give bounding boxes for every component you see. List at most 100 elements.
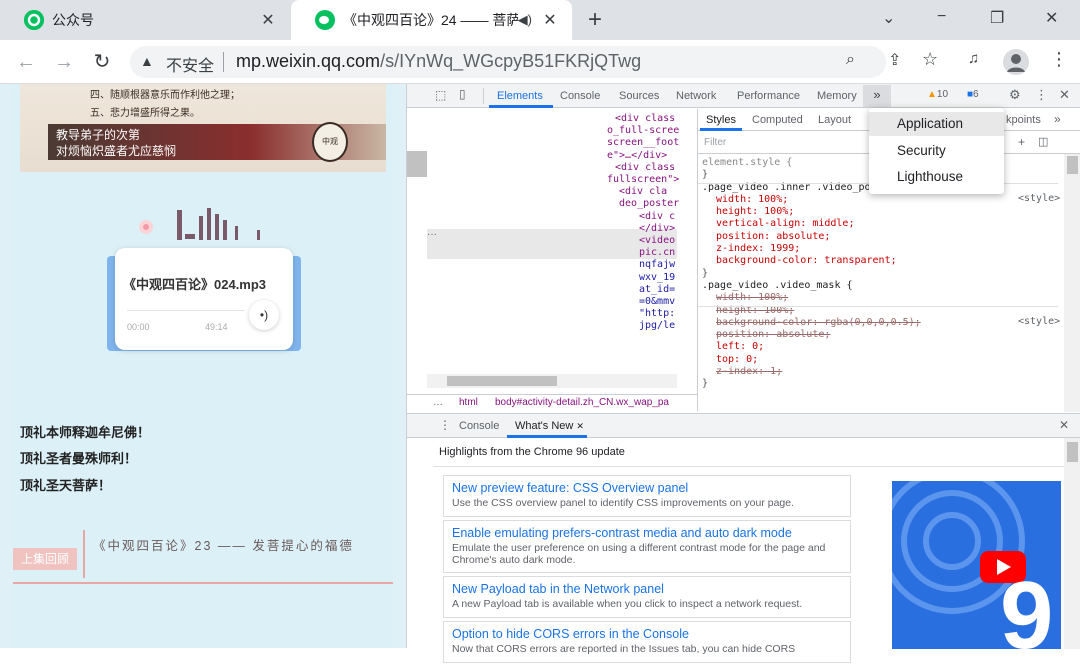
dom-line[interactable]: at_id= <box>607 284 697 296</box>
dom-line[interactable]: wxv_19 <box>607 272 697 284</box>
settings-gear-icon[interactable]: ⚙ <box>1009 87 1021 103</box>
tab-elements[interactable]: Elements <box>497 90 543 102</box>
url-text[interactable]: mp.weixin.qq.com/s/IYnWq_WGcpyB51FKRjQTw… <box>236 51 641 72</box>
forward-button[interactable]: → <box>50 48 78 76</box>
dom-line[interactable]: fullscreen"> <box>607 174 697 186</box>
style-property[interactable]: width: 100%; <box>702 292 1058 304</box>
tab-close-icon[interactable]: ✕ <box>256 10 280 30</box>
style-property[interactable]: position: absolute; <box>702 231 1058 243</box>
dom-line[interactable]: o_full-scree <box>607 125 697 137</box>
dom-hscroll[interactable] <box>427 374 677 388</box>
news-card[interactable]: Enable emulating prefers-contrast media … <box>443 520 851 573</box>
style-property[interactable]: z-index: 1; <box>702 366 1058 378</box>
style-property[interactable]: background-color: rgba(0,0,0,0.5); <box>702 317 1058 329</box>
audio-play-button[interactable]: •) <box>249 300 279 330</box>
dom-line[interactable]: <div class <box>607 113 697 125</box>
device-toolbar-icon[interactable]: ▯ <box>459 87 466 101</box>
dom-line[interactable]: jpg/le <box>607 320 697 332</box>
menu-item-security[interactable]: Security <box>869 139 1004 163</box>
audio-player[interactable]: 《中观四百论》024.mp3 00:00 49:14 •) <box>115 248 293 350</box>
dom-line[interactable]: <video <box>607 235 697 247</box>
back-button[interactable]: ← <box>12 48 40 76</box>
menu-dots-icon[interactable]: ⋮ <box>1050 49 1068 70</box>
media-control-icon[interactable]: ♫ <box>968 50 979 67</box>
tab-layout[interactable]: Layout <box>818 114 851 126</box>
share-icon[interactable]: ⇪ <box>888 50 901 70</box>
warning-badge[interactable]: ▲10 <box>927 89 948 100</box>
news-card[interactable]: New Payload tab in the Network panel A ne… <box>443 576 851 618</box>
message-badge[interactable]: ■6 <box>967 89 979 100</box>
audio-playing-icon[interactable]: ◀) <box>518 12 532 28</box>
tab-computed[interactable]: Computed <box>752 114 803 126</box>
minimize-button[interactable]: − <box>937 8 946 26</box>
tab-gongzhonghao[interactable]: 公众号 ✕ <box>0 0 290 40</box>
more-tabs-button[interactable]: » <box>863 85 891 107</box>
styles-scrollbar[interactable] <box>1064 154 1080 412</box>
tab-article[interactable]: 《中观四百论》24 —— 菩萨和 ◀) ✕ <box>291 0 572 40</box>
dom-line[interactable]: screen__foot <box>607 137 697 149</box>
dom-tree-pane[interactable]: ··· <div class o_full-scree screen__foot e"… <box>407 109 697 394</box>
style-property[interactable]: top: 0; <box>702 354 1058 366</box>
news-title-link[interactable]: New Payload tab in the Network panel <box>452 582 842 596</box>
zoom-icon[interactable]: ⌕ <box>846 51 855 69</box>
style-property[interactable]: position: absolute; <box>702 329 1058 341</box>
style-source[interactable]: <style> <box>1018 193 1060 204</box>
breadcrumb-html[interactable]: html <box>459 397 478 408</box>
tab-sources[interactable]: Sources <box>619 90 659 102</box>
tab-search-icon[interactable]: ⌄ <box>882 8 895 28</box>
style-property[interactable]: left: 0; <box>702 341 1058 353</box>
tab-console[interactable]: Console <box>560 90 600 102</box>
dom-line[interactable]: nqfajw <box>607 259 697 271</box>
style-property[interactable]: height: 100%; <box>702 206 1058 218</box>
devtools-close-icon[interactable]: ✕ <box>1059 87 1070 103</box>
dom-line[interactable]: <div class <box>607 162 697 174</box>
style-brace[interactable]: } <box>702 268 1058 280</box>
dom-scroll-thumb[interactable] <box>407 151 427 177</box>
menu-item-lighthouse[interactable]: Lighthouse <box>869 165 1004 189</box>
prev-episode[interactable]: 上集回顾 《中观四百论》23 —— 发菩提心的福德 <box>13 530 393 582</box>
tab-network[interactable]: Network <box>676 90 716 102</box>
style-property[interactable]: z-index: 1999; <box>702 243 1058 255</box>
drawer-tab-whats-new[interactable]: What's New ✕ <box>515 420 584 432</box>
dom-line[interactable]: <div c <box>607 211 697 223</box>
style-property[interactable]: width: 100%; <box>702 194 1058 206</box>
reload-button[interactable]: ↻ <box>88 48 116 76</box>
news-card[interactable]: Option to hide CORS errors in the Consol… <box>443 621 851 663</box>
styles-filter-input[interactable]: Filter <box>704 137 726 148</box>
dom-line[interactable]: pic.cn <box>607 247 697 259</box>
news-title-link[interactable]: Option to hide CORS errors in the Consol… <box>452 627 842 641</box>
dom-line[interactable]: =0&mmv <box>607 296 697 308</box>
style-property[interactable]: vertical-align: middle; <box>702 218 1058 230</box>
video-poster[interactable]: 四、随顺根器意乐而作利他之理； 五、悲力增盛所得之果。 教导弟子的次第 对烦恼炽… <box>20 84 386 172</box>
tab-styles[interactable]: Styles <box>706 114 736 126</box>
drawer-scrollbar[interactable] <box>1064 438 1080 649</box>
more-style-tabs[interactable]: » <box>1054 112 1061 126</box>
tab-memory[interactable]: Memory <box>817 90 857 102</box>
chrome-96-promo-video[interactable]: 9 <box>892 481 1061 649</box>
close-window-button[interactable]: ✕ <box>1045 8 1058 28</box>
menu-item-application[interactable]: Application <box>869 112 1004 136</box>
drawer-tab-console[interactable]: Console <box>459 420 499 432</box>
drawer-menu-icon[interactable]: ⋮ <box>439 418 451 432</box>
dom-line[interactable]: deo_poster <box>607 198 697 210</box>
style-selector[interactable]: .page_video .video_mask { <box>702 280 1058 292</box>
style-brace[interactable]: } <box>702 378 1058 390</box>
bookmark-star-icon[interactable]: ☆ <box>922 49 938 70</box>
devtools-menu-icon[interactable]: ⋮ <box>1035 87 1048 103</box>
dom-line[interactable]: e">…</div> <box>607 150 697 162</box>
new-rule-icon[interactable]: + <box>1018 135 1025 149</box>
news-title-link[interactable]: New preview feature: CSS Overview panel <box>452 481 842 495</box>
style-property[interactable]: background-color: transparent; <box>702 255 1058 267</box>
tab-performance[interactable]: Performance <box>737 90 800 102</box>
style-source[interactable]: <style> <box>1018 316 1060 327</box>
news-title-link[interactable]: Enable emulating prefers-contrast media … <box>452 526 842 540</box>
drawer-close-icon[interactable]: ✕ <box>1059 418 1069 432</box>
toggle-sidebar-icon[interactable]: ◫ <box>1038 135 1048 148</box>
dom-line[interactable]: </div> <box>607 223 697 235</box>
address-bar[interactable]: ▲ 不安全 mp.weixin.qq.com/s/IYnWq_WGcpyB51F… <box>130 46 886 78</box>
restore-button[interactable]: ❐ <box>990 8 1004 28</box>
dom-ellipsis-icon[interactable]: ··· <box>427 229 437 240</box>
inspect-element-icon[interactable]: ⬚ <box>435 88 446 102</box>
breadcrumb-more[interactable]: … <box>433 397 443 408</box>
news-card[interactable]: New preview feature: CSS Overview panel U… <box>443 475 851 517</box>
